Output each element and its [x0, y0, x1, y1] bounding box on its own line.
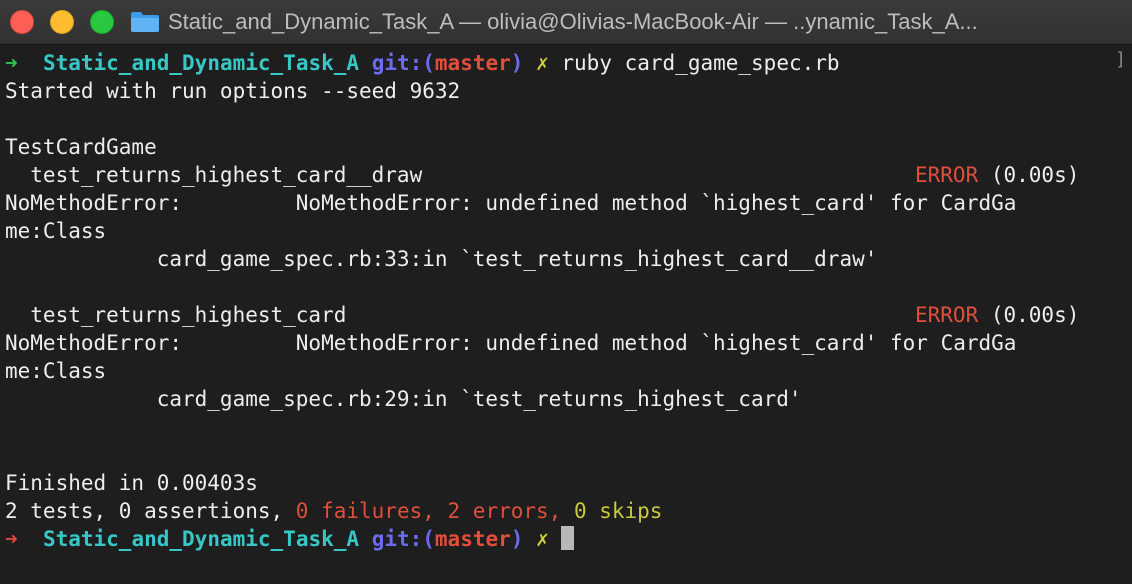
test-time: (0.00s) — [978, 303, 1080, 327]
git-close: ) — [510, 51, 524, 75]
summary-prefix: 2 tests, 0 assertions, — [5, 499, 296, 523]
error-message-line: NoMethodError: NoMethodError: undefined … — [5, 191, 1017, 215]
suite-name: TestCardGame — [5, 135, 157, 159]
prompt-directory: Static_and_Dynamic_Task_A — [42, 527, 360, 551]
git-label: git:( — [371, 51, 435, 75]
terminal-window: Static_and_Dynamic_Task_A — olivia@Olivi… — [0, 0, 1132, 584]
scroll-marker: ] — [1115, 49, 1126, 70]
close-button[interactable] — [10, 10, 34, 34]
window-title: Static_and_Dynamic_Task_A — olivia@Olivi… — [168, 9, 978, 34]
test-time: (0.00s) — [978, 163, 1080, 187]
stack-trace-line: card_game_spec.rb:33:in `test_returns_hi… — [5, 247, 878, 271]
error-message-continuation: me:Class — [5, 219, 107, 243]
prompt-arrow: ➜ — [5, 51, 18, 75]
prompt-arrow: ➜ — [5, 527, 18, 551]
command-prompt-line: ➜ Static_and_Dynamic_Task_A git:(master)… — [5, 49, 840, 77]
test-name: test_returns_highest_card — [5, 303, 347, 327]
test-result-line: test_returns_highest_card ERROR (0.00s) — [5, 301, 1105, 329]
run-options-line: Started with run options --seed 9632 — [5, 79, 461, 103]
test-status: ERROR — [915, 163, 979, 187]
test-status: ERROR — [915, 303, 979, 327]
dirty-indicator: ✗ — [536, 51, 549, 75]
command-text: ruby card_game_spec.rb — [561, 51, 840, 75]
test-result-line: test_returns_highest_card__draw ERROR (0.… — [5, 161, 1105, 189]
dirty-indicator: ✗ — [536, 527, 549, 551]
folder-icon — [131, 12, 159, 32]
error-message-line: NoMethodError: NoMethodError: undefined … — [5, 331, 1017, 355]
zoom-button[interactable] — [90, 10, 114, 34]
git-branch: master — [434, 527, 511, 551]
minimize-button[interactable] — [50, 10, 74, 34]
terminal-content[interactable]: ] ➜ Static_and_Dynamic_Task_A git:(maste… — [0, 45, 1132, 584]
finished-line: Finished in 0.00403s — [5, 471, 258, 495]
title-bar[interactable]: Static_and_Dynamic_Task_A — olivia@Olivi… — [0, 0, 1132, 45]
active-prompt-line[interactable]: ➜ Static_and_Dynamic_Task_A git:(master)… — [5, 525, 575, 553]
stack-trace-line: card_game_spec.rb:29:in `test_returns_hi… — [5, 387, 802, 411]
text-cursor[interactable] — [561, 526, 575, 550]
test-name: test_returns_highest_card__draw — [5, 163, 423, 187]
error-message-continuation: me:Class — [5, 359, 107, 383]
git-label: git:( — [371, 527, 435, 551]
summary-line: 2 tests, 0 assertions, 0 failures, 2 err… — [5, 497, 662, 525]
git-close: ) — [510, 527, 524, 551]
summary-skips: 0 skips — [573, 499, 663, 523]
git-branch: master — [434, 51, 511, 75]
prompt-directory: Static_and_Dynamic_Task_A — [42, 51, 360, 75]
summary-failures-errors: 0 failures, 2 errors, — [295, 499, 574, 523]
